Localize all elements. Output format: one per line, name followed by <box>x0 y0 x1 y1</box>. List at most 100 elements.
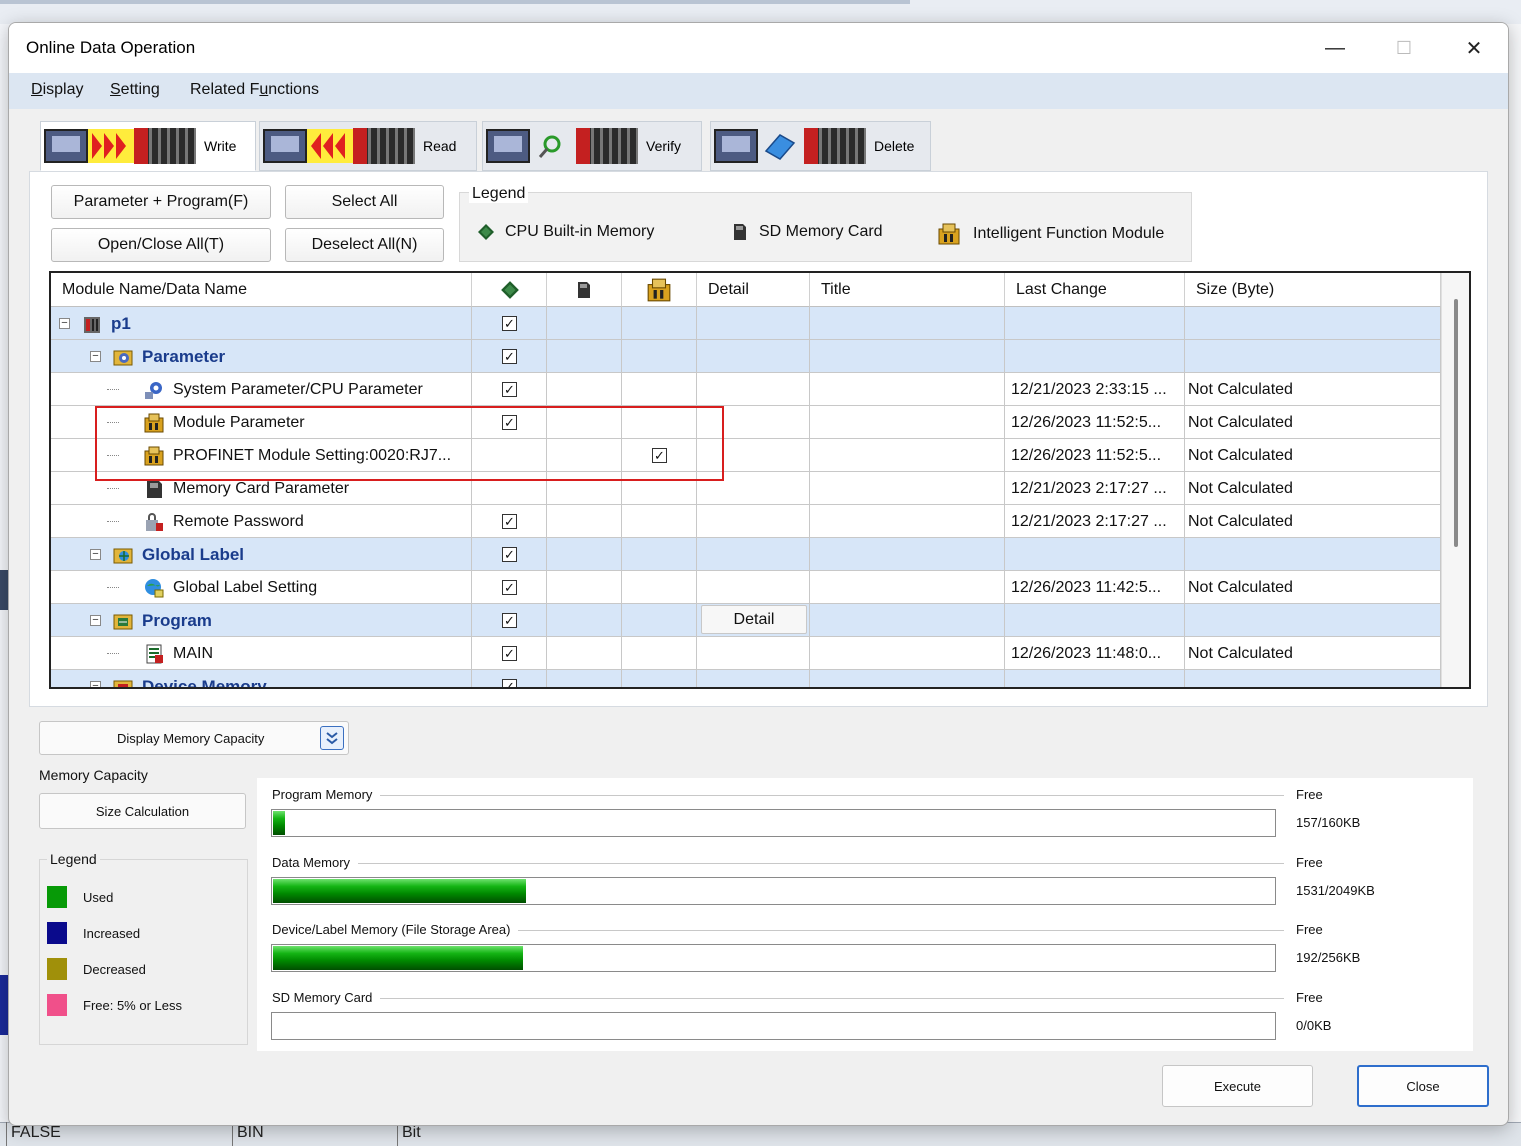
cell-title <box>810 505 1005 538</box>
maximize-button[interactable]: ☐ <box>1381 31 1427 65</box>
checkbox-cpu[interactable]: ✓ <box>502 613 517 628</box>
collapse-toggle-icon[interactable]: − <box>59 318 70 329</box>
cell-detail <box>697 340 810 373</box>
cell-size: Not Calculated <box>1185 637 1441 670</box>
checkbox-cpu[interactable]: ✓ <box>502 679 517 687</box>
parameter-program-button[interactable]: Parameter + Program(F) <box>51 185 271 219</box>
collapse-toggle-icon[interactable]: − <box>90 351 101 362</box>
cell-name: Memory Card Parameter <box>51 472 472 505</box>
checkbox-cpu[interactable]: ✓ <box>502 514 517 529</box>
execute-button[interactable]: Execute <box>1162 1065 1313 1107</box>
menu-display[interactable]: Display <box>31 81 83 99</box>
global-label-icon <box>143 577 165 599</box>
cell-sd <box>547 340 622 373</box>
column-header-sd[interactable] <box>547 273 622 307</box>
title-bar: Online Data Operation — ☐ ✕ <box>9 23 1508 73</box>
deselect-all-button[interactable]: Deselect All(N) <box>285 228 444 262</box>
cell-name: − p1 <box>51 307 472 340</box>
close-button[interactable]: Close <box>1357 1065 1489 1107</box>
row-name: System Parameter/CPU Parameter <box>173 381 423 398</box>
cell-title <box>810 538 1005 571</box>
select-all-button[interactable]: Select All <box>285 185 444 219</box>
table-row[interactable]: − Device Memory ✓ <box>51 670 1441 687</box>
display-memory-capacity-toggle[interactable]: Display Memory Capacity <box>39 721 349 755</box>
minimize-button[interactable]: — <box>1312 31 1358 65</box>
cell-sd <box>547 670 622 687</box>
checkbox-cpu[interactable]: ✓ <box>502 547 517 562</box>
table-row[interactable]: − Global Label ✓ <box>51 538 1441 571</box>
table-row[interactable]: − Parameter ✓ <box>51 340 1441 373</box>
open-close-all-button[interactable]: Open/Close All(T) <box>51 228 271 262</box>
background-app-right-strip <box>1507 24 1521 1124</box>
memory-free-value: 0/0KB <box>1296 1017 1332 1033</box>
cell-ifm <box>622 406 697 439</box>
legend-sd-card: SD Memory Card <box>733 223 883 241</box>
cell-title <box>810 406 1005 439</box>
column-header-size[interactable]: Size (Byte) <box>1185 273 1441 307</box>
cell-detail <box>697 307 810 340</box>
column-header-intelligent[interactable] <box>622 273 697 307</box>
column-header-cpu[interactable] <box>472 273 547 307</box>
menu-related-functions[interactable]: Related Functions <box>190 81 319 99</box>
checkbox-cpu[interactable]: ✓ <box>502 316 517 331</box>
tab-label: Verify <box>646 138 682 154</box>
size-calculation-button[interactable]: Size Calculation <box>39 793 246 829</box>
cell-size: Not Calculated <box>1185 505 1441 538</box>
table-vertical-scrollbar[interactable] <box>1441 273 1469 687</box>
cell-ifm <box>622 670 697 687</box>
tab-write[interactable]: Write <box>40 121 256 171</box>
tree-connector <box>107 422 119 423</box>
window-title: Online Data Operation <box>26 38 196 57</box>
column-header-name[interactable]: Module Name/Data Name <box>51 273 472 307</box>
memory-free-label: Free <box>1296 854 1323 870</box>
table-row[interactable]: Module Parameter ✓ 12/26/2023 11:52:5... No… <box>51 406 1441 439</box>
table-row[interactable]: Remote Password ✓ 12/21/2023 2:17:27 ... No… <box>51 505 1441 538</box>
memory-usage-bar <box>271 876 1276 905</box>
memory-legend-item: Increased <box>47 922 140 944</box>
table-row[interactable]: Memory Card Parameter 12/21/2023 2:17:27 … <box>51 472 1441 505</box>
checkbox-cpu[interactable]: ✓ <box>502 349 517 364</box>
collapse-toggle-icon[interactable]: − <box>90 681 101 687</box>
checkbox-cpu[interactable]: ✓ <box>502 415 517 430</box>
detail-button[interactable]: Detail <box>701 605 807 634</box>
table-row[interactable]: MAIN ✓ 12/26/2023 11:48:0... Not Calculated <box>51 637 1441 670</box>
checkbox-cpu[interactable]: ✓ <box>502 382 517 397</box>
collapse-toggle-icon[interactable]: − <box>90 615 101 626</box>
scrollbar-thumb[interactable] <box>1454 299 1458 547</box>
menu-setting[interactable]: Setting <box>110 81 160 99</box>
cell-cpu: ✓ <box>472 307 547 340</box>
cell-detail <box>697 505 810 538</box>
column-header-last-change[interactable]: Last Change <box>1005 273 1185 307</box>
checkbox-ifm[interactable]: ✓ <box>652 448 667 463</box>
tab-verify[interactable]: Verify <box>482 121 702 171</box>
close-icon: ✕ <box>1465 37 1483 60</box>
table-row[interactable]: System Parameter/CPU Parameter ✓ 12/21/202… <box>51 373 1441 406</box>
column-header-title[interactable]: Title <box>810 273 1005 307</box>
column-header-detail[interactable]: Detail <box>697 273 810 307</box>
memory-bar-title: SD Memory Card <box>272 989 381 1005</box>
cell-size: Not Calculated <box>1185 439 1441 472</box>
cell-detail <box>697 373 810 406</box>
table-row[interactable]: PROFINET Module Setting:0020:RJ7... ✓ 12/2… <box>51 439 1441 472</box>
memory-legend-item: Decreased <box>47 958 146 980</box>
checkbox-cpu[interactable]: ✓ <box>502 580 517 595</box>
table-row[interactable]: − p1 ✓ <box>51 307 1441 340</box>
cell-title <box>810 604 1005 637</box>
collapse-toggle-icon[interactable]: − <box>90 549 101 560</box>
memory-section-rule <box>272 862 1284 864</box>
cell-name: MAIN <box>51 637 472 670</box>
cell-last-change <box>1005 340 1185 373</box>
maximize-icon: ☐ <box>1395 37 1413 58</box>
tab-read[interactable]: Read <box>259 121 477 171</box>
legend-title: Legend <box>469 185 529 203</box>
table-row[interactable]: Global Label Setting ✓ 12/26/2023 11:42:5.… <box>51 571 1441 604</box>
intelligent-module-icon <box>647 278 671 302</box>
device-memory-folder-icon <box>112 676 134 687</box>
checkbox-cpu[interactable]: ✓ <box>502 646 517 661</box>
table-row[interactable]: − Program ✓ Detail <box>51 604 1441 637</box>
row-name: Program <box>142 611 212 630</box>
tab-delete[interactable]: Delete <box>710 121 931 171</box>
close-window-button[interactable]: ✕ <box>1451 31 1497 65</box>
cell-ifm <box>622 373 697 406</box>
cell-sd <box>547 373 622 406</box>
